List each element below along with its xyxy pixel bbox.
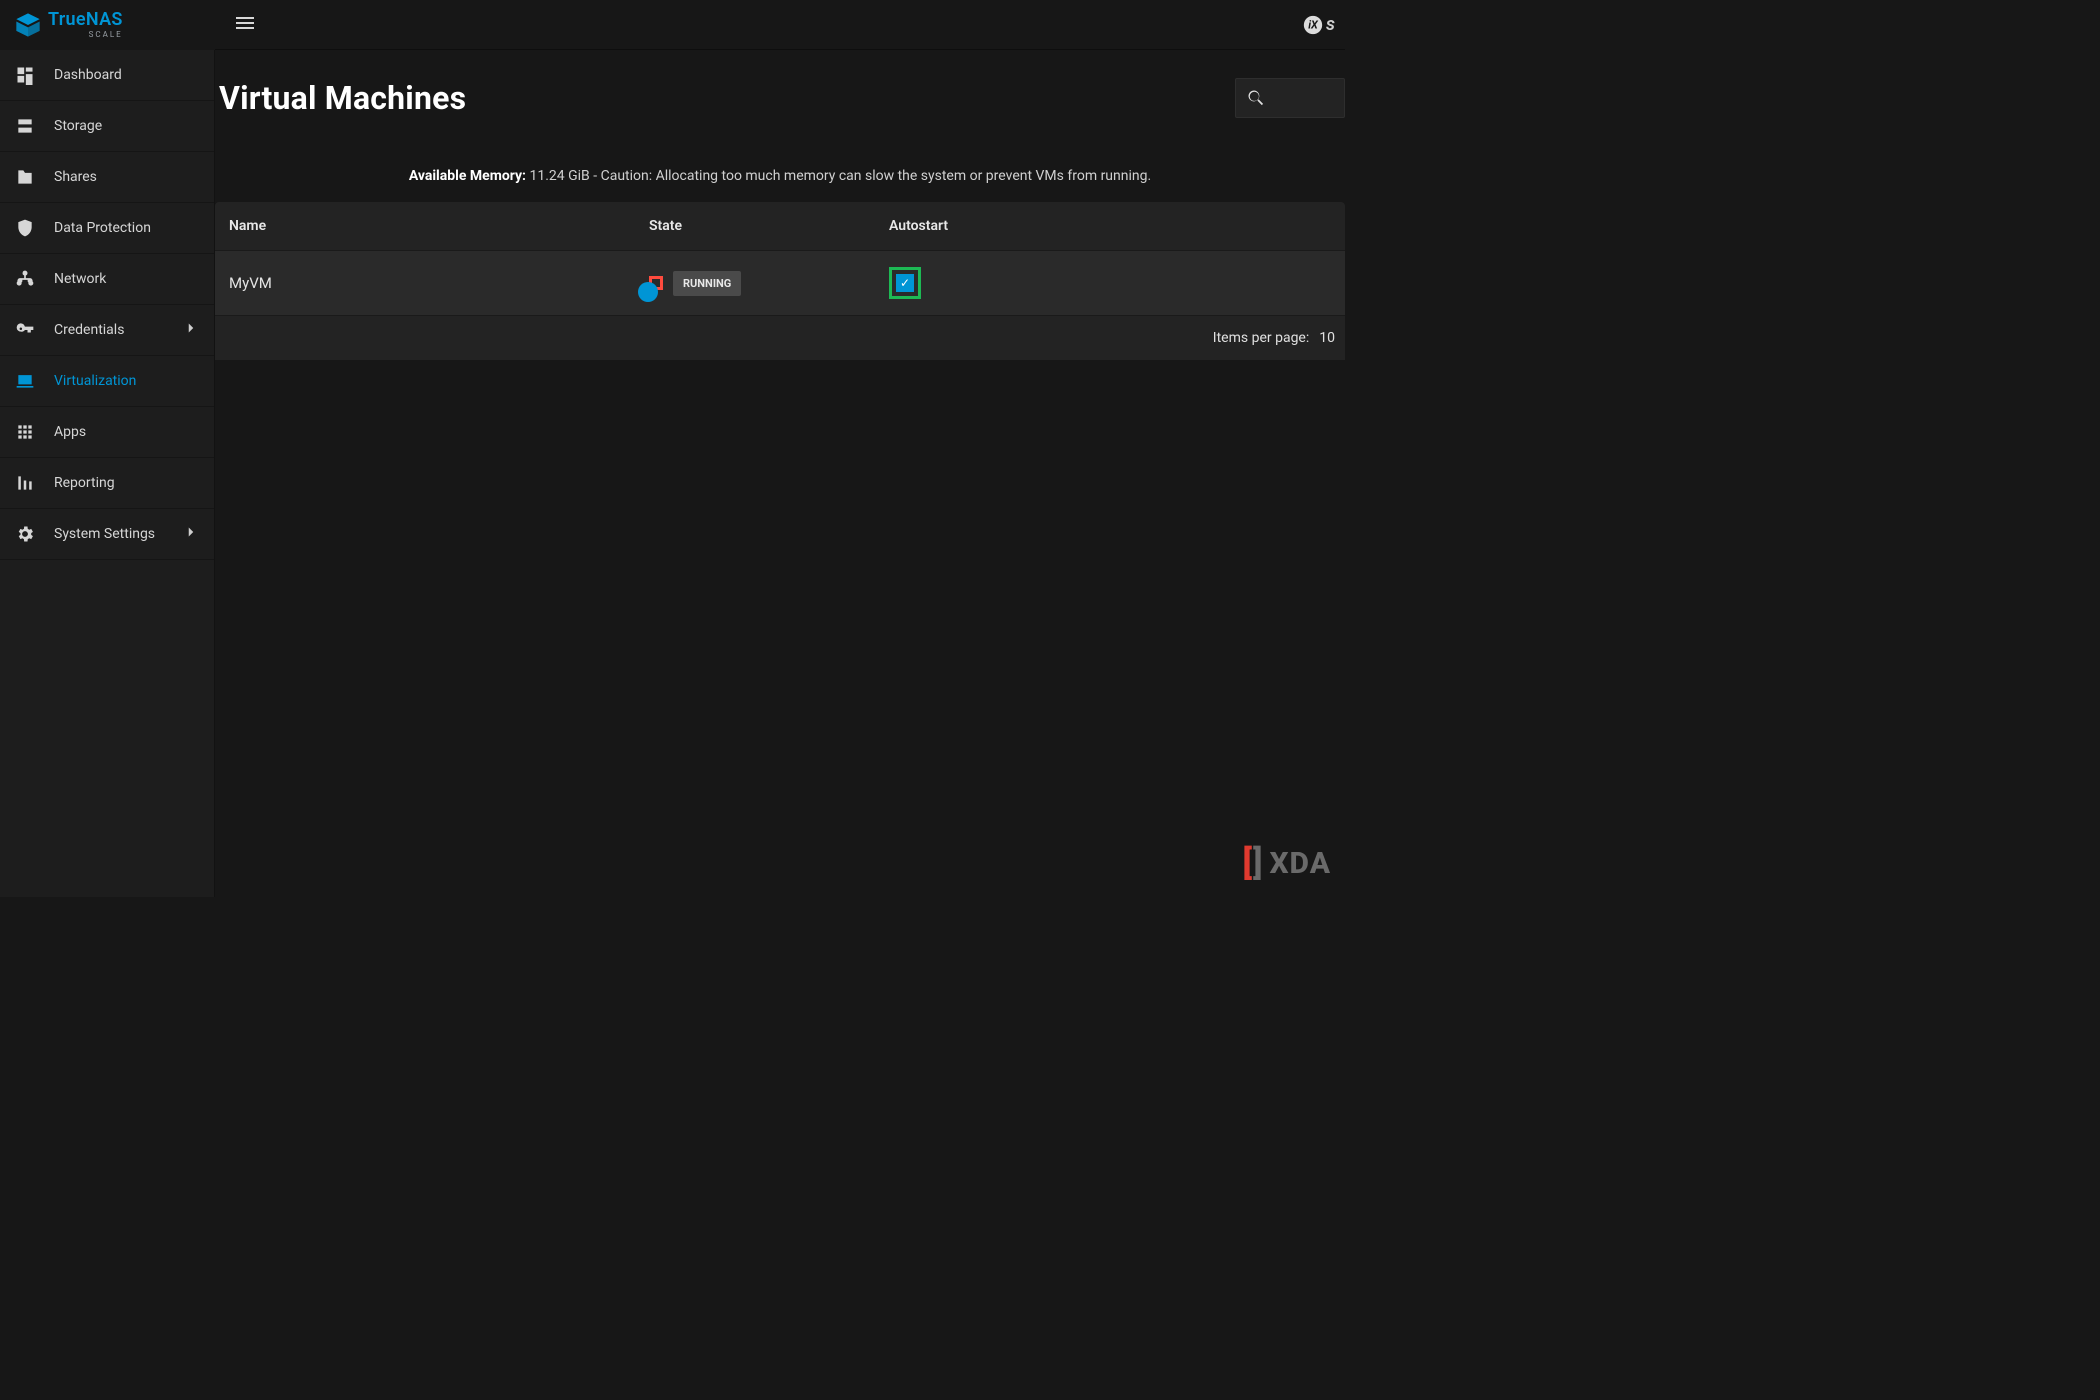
hamburger-icon xyxy=(233,11,257,35)
table-row[interactable]: MyVM RUNNING ✓ xyxy=(215,251,1345,316)
sidebar-item-credentials[interactable]: Credentials xyxy=(0,305,214,356)
brand-secondary: NAS xyxy=(86,9,123,30)
sidebar-item-label: Data Protection xyxy=(54,220,200,236)
gear-icon xyxy=(14,524,36,544)
sidebar-item-reporting[interactable]: Reporting xyxy=(0,458,214,509)
sidebar-item-network[interactable]: Network xyxy=(0,254,214,305)
svg-text:iX: iX xyxy=(1308,18,1319,31)
vm-table-body: MyVM RUNNING ✓ xyxy=(215,251,1345,316)
sidebar-item-apps[interactable]: Apps xyxy=(0,407,214,458)
shield-icon xyxy=(14,218,36,238)
brand-sub: SCALE xyxy=(89,31,123,39)
main-content: Virtual Machines Available Memory: 11.24… xyxy=(215,50,1345,897)
truenas-logo-icon xyxy=(14,11,42,39)
items-per-page-label: Items per page: xyxy=(1213,330,1309,346)
xda-text: XDA xyxy=(1269,846,1331,881)
sidebar-item-storage[interactable]: Storage xyxy=(0,101,214,152)
col-header-name[interactable]: Name xyxy=(215,202,635,251)
key-icon xyxy=(14,320,36,340)
xda-brackets-icon: [] xyxy=(1242,843,1263,883)
sidebar-item-label: Dashboard xyxy=(54,67,200,83)
sidebar-item-dashboard[interactable]: Dashboard xyxy=(0,50,214,101)
sidebar-item-data-protection[interactable]: Data Protection xyxy=(0,203,214,254)
sidebar-item-label: Storage xyxy=(54,118,200,134)
brand-logo[interactable]: TrueNAS SCALE xyxy=(0,0,215,50)
sidebar-item-label: Reporting xyxy=(54,475,200,491)
ix-icon: iX xyxy=(1302,14,1324,36)
xda-watermark: [] XDA xyxy=(1242,843,1331,883)
state-badge: RUNNING xyxy=(673,271,741,296)
network-icon xyxy=(14,269,36,289)
memory-warning: - Caution: Allocating too much memory ca… xyxy=(593,168,1151,184)
col-header-state[interactable]: State xyxy=(635,202,875,251)
search-icon xyxy=(1246,88,1266,108)
vm-table: Name State Autostart MyVM RUNNING ✓ xyxy=(215,202,1345,316)
laptop-icon xyxy=(14,371,36,391)
apps-icon xyxy=(14,422,36,442)
chart-icon xyxy=(14,473,36,493)
menu-toggle-button[interactable] xyxy=(233,11,257,39)
search-input[interactable] xyxy=(1235,78,1345,118)
sidebar-item-shares[interactable]: Shares xyxy=(0,152,214,203)
memory-label: Available Memory: xyxy=(409,168,526,184)
table-footer: Items per page: 10 xyxy=(215,316,1345,360)
storage-icon xyxy=(14,116,36,136)
chevron-right-icon xyxy=(182,523,200,545)
sidebar: Dashboard Storage Shares Data Protection Net… xyxy=(0,50,215,897)
sidebar-item-system-settings[interactable]: System Settings xyxy=(0,509,214,560)
folder-icon xyxy=(14,167,36,187)
page-title: Virtual Machines xyxy=(219,79,466,117)
sidebar-item-virtualization[interactable]: Virtualization xyxy=(0,356,214,407)
brand-primary: True xyxy=(48,9,86,30)
topbar: TrueNAS SCALE iX s xyxy=(0,0,1345,50)
sidebar-item-label: Network xyxy=(54,271,200,287)
col-header-autostart[interactable]: Autostart xyxy=(875,202,1345,251)
sidebar-item-label: Shares xyxy=(54,169,200,185)
autostart-checkbox[interactable]: ✓ xyxy=(896,274,914,292)
vm-table-card: Name State Autostart MyVM RUNNING ✓ Items … xyxy=(215,202,1345,360)
partner-logo: iX s xyxy=(1302,14,1335,36)
chevron-right-icon xyxy=(182,319,200,341)
vm-name-cell: MyVM xyxy=(215,251,635,316)
items-per-page-value[interactable]: 10 xyxy=(1319,330,1335,346)
dashboard-icon xyxy=(14,65,36,85)
memory-info: Available Memory: 11.24 GiB - Caution: A… xyxy=(215,168,1345,184)
sidebar-item-label: Apps xyxy=(54,424,200,440)
memory-value: 11.24 GiB xyxy=(529,168,589,184)
sidebar-item-label: Credentials xyxy=(54,322,164,338)
sidebar-item-label: System Settings xyxy=(54,526,164,542)
sidebar-item-label: Virtualization xyxy=(54,373,200,389)
